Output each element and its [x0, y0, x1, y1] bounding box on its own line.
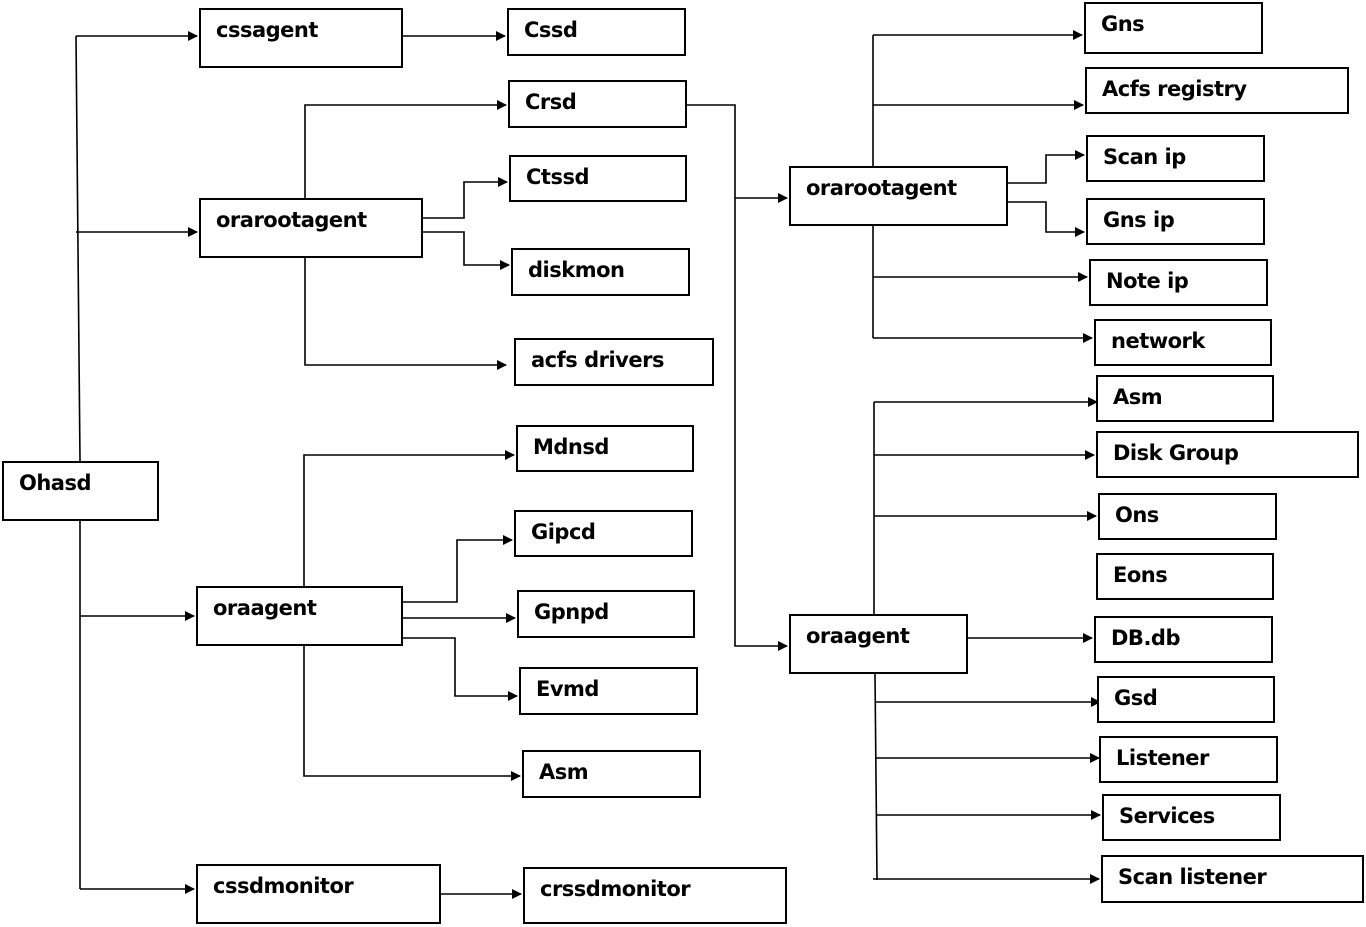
- node-oraagent-l: oraagent: [196, 586, 403, 646]
- arrow-connector: [1008, 150, 1085, 184]
- arrow-connector: [423, 177, 508, 219]
- arrow-connector: [304, 100, 507, 198]
- node-mdnsd: Mdnsd: [516, 425, 694, 472]
- node-scan-ip: Scan ip: [1086, 135, 1265, 182]
- node-orarootagent-l: orarootagent: [199, 198, 423, 258]
- node-cssagent: cssagent: [199, 8, 403, 68]
- node-gns: Gns: [1084, 2, 1263, 54]
- node-evmd: Evmd: [519, 667, 698, 715]
- node-asm-l: Asm: [522, 750, 701, 798]
- node-crssdmonitor: crssdmonitor: [523, 867, 787, 924]
- node-gns-ip: Gns ip: [1086, 198, 1265, 245]
- arrow-connector: [304, 258, 507, 370]
- arrow-connector: [403, 637, 518, 701]
- node-scan-listener: Scan listener: [1101, 855, 1364, 903]
- trunk-line: [75, 35, 81, 462]
- node-network: network: [1094, 319, 1272, 366]
- node-services: Services: [1102, 794, 1281, 841]
- arrow-connector: [403, 535, 513, 603]
- node-orarootagent-r: orarootagent: [789, 166, 1008, 226]
- node-cssd: Cssd: [507, 8, 686, 56]
- node-note-ip: Note ip: [1089, 259, 1268, 306]
- node-oraagent-r: oraagent: [789, 614, 968, 674]
- node-disk-group: Disk Group: [1096, 431, 1359, 478]
- node-db-db: DB.db: [1094, 616, 1273, 663]
- node-diskmon: diskmon: [511, 248, 690, 296]
- node-ctssd: Ctssd: [509, 155, 687, 202]
- node-ohasd: Ohasd: [2, 461, 159, 521]
- arrow-connector: [303, 450, 515, 586]
- node-gsd: Gsd: [1097, 676, 1275, 723]
- node-ons: Ons: [1098, 493, 1277, 540]
- node-gpnpd: Gpnpd: [517, 590, 695, 638]
- arrow-connector: [303, 646, 521, 781]
- node-acfs-drivers: acfs drivers: [514, 338, 714, 386]
- arrow-connector: [423, 231, 510, 270]
- node-crsd: Crsd: [508, 80, 687, 128]
- node-gipcd: Gipcd: [514, 510, 693, 557]
- node-cssdmonitor: cssdmonitor: [196, 864, 441, 924]
- node-listener: Listener: [1099, 736, 1278, 783]
- trunk-line: [874, 673, 878, 881]
- node-acfs-registry: Acfs registry: [1085, 67, 1349, 114]
- arrow-connector: [1008, 201, 1085, 237]
- node-asm-r: Asm: [1096, 375, 1274, 422]
- node-eons: Eons: [1096, 553, 1274, 600]
